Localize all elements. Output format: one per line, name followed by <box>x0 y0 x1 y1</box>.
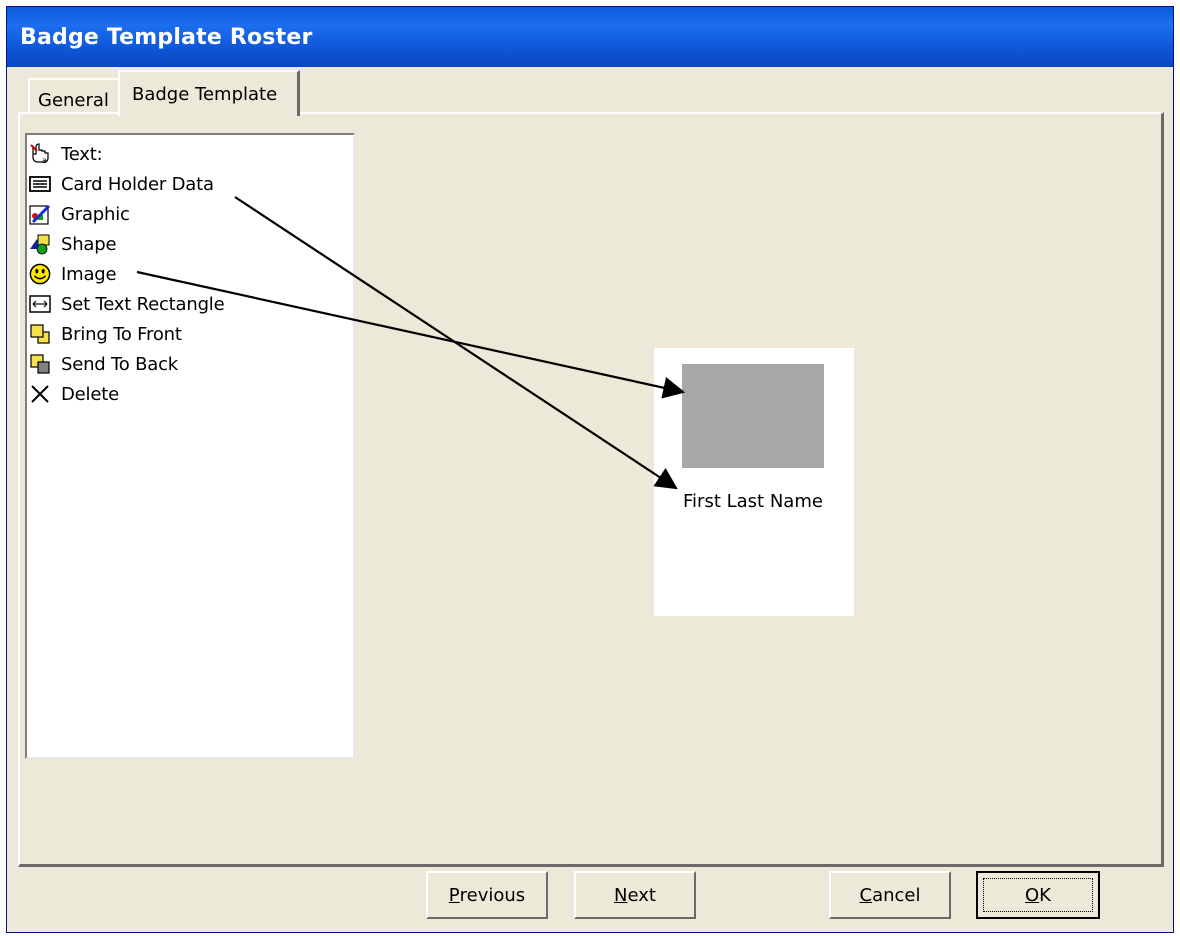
badge-name-text[interactable]: First Last Name <box>683 491 823 512</box>
graphic-brush-icon <box>29 203 51 225</box>
cancel-label-rest: ancel <box>872 884 921 906</box>
tool-set-text-rectangle[interactable]: Set Text Rectangle <box>29 289 329 319</box>
ok-button[interactable]: OK <box>976 871 1100 919</box>
tool-card-holder-data[interactable]: Card Holder Data <box>29 169 329 199</box>
tab-general[interactable]: General <box>28 78 120 114</box>
tool-send-to-back-label: Send To Back <box>61 353 179 375</box>
badge-photo-placeholder[interactable] <box>682 364 824 468</box>
tool-bring-to-front[interactable]: Bring To Front <box>29 319 329 349</box>
double-arrow-icon <box>29 293 51 315</box>
tool-delete-label: Delete <box>61 383 119 405</box>
tool-text-label: Text: <box>61 143 103 165</box>
tool-bring-to-front-label: Bring To Front <box>61 323 182 345</box>
toolbox-list: a Text: Card Holder Data Graphic Shape I… <box>25 133 355 759</box>
cancel-button[interactable]: Cancel <box>829 871 951 919</box>
data-list-icon <box>29 173 51 195</box>
next-button[interactable]: Next <box>574 871 696 919</box>
previous-label-rest: revious <box>459 884 526 906</box>
window-title: Badge Template Roster <box>20 25 313 50</box>
previous-button[interactable]: Previous <box>426 871 548 919</box>
smiley-face-icon <box>29 263 51 285</box>
tool-set-text-rectangle-label: Set Text Rectangle <box>61 293 225 315</box>
svg-text:a: a <box>42 156 47 165</box>
tool-text[interactable]: a Text: <box>29 139 329 169</box>
shapes-icon <box>29 233 51 255</box>
tool-shape-label: Shape <box>61 233 117 255</box>
bring-to-front-icon <box>29 323 51 345</box>
tool-graphic[interactable]: Graphic <box>29 199 329 229</box>
tab-general-label: General <box>38 90 109 111</box>
send-to-back-icon <box>29 353 51 375</box>
title-bar[interactable]: Badge Template Roster <box>7 7 1173 67</box>
delete-x-icon <box>29 383 51 405</box>
focus-rectangle <box>983 878 1093 912</box>
tool-send-to-back[interactable]: Send To Back <box>29 349 329 379</box>
tab-badge-template[interactable]: Badge Template <box>118 70 300 116</box>
hand-pointer-icon: a <box>29 143 51 165</box>
cancel-mnemonic: C <box>859 884 873 906</box>
tool-image-label: Image <box>61 263 117 285</box>
next-label-rest: ext <box>627 884 656 906</box>
tool-delete[interactable]: Delete <box>29 379 329 409</box>
badge-preview-card[interactable]: First Last Name <box>654 348 854 616</box>
previous-mnemonic: P <box>448 884 460 906</box>
tool-image[interactable]: Image <box>29 259 329 289</box>
tab-badge-template-label: Badge Template <box>132 84 278 105</box>
tool-shape[interactable]: Shape <box>29 229 329 259</box>
next-mnemonic: N <box>614 884 628 906</box>
tool-graphic-label: Graphic <box>61 203 130 225</box>
tool-card-holder-data-label: Card Holder Data <box>61 173 214 195</box>
